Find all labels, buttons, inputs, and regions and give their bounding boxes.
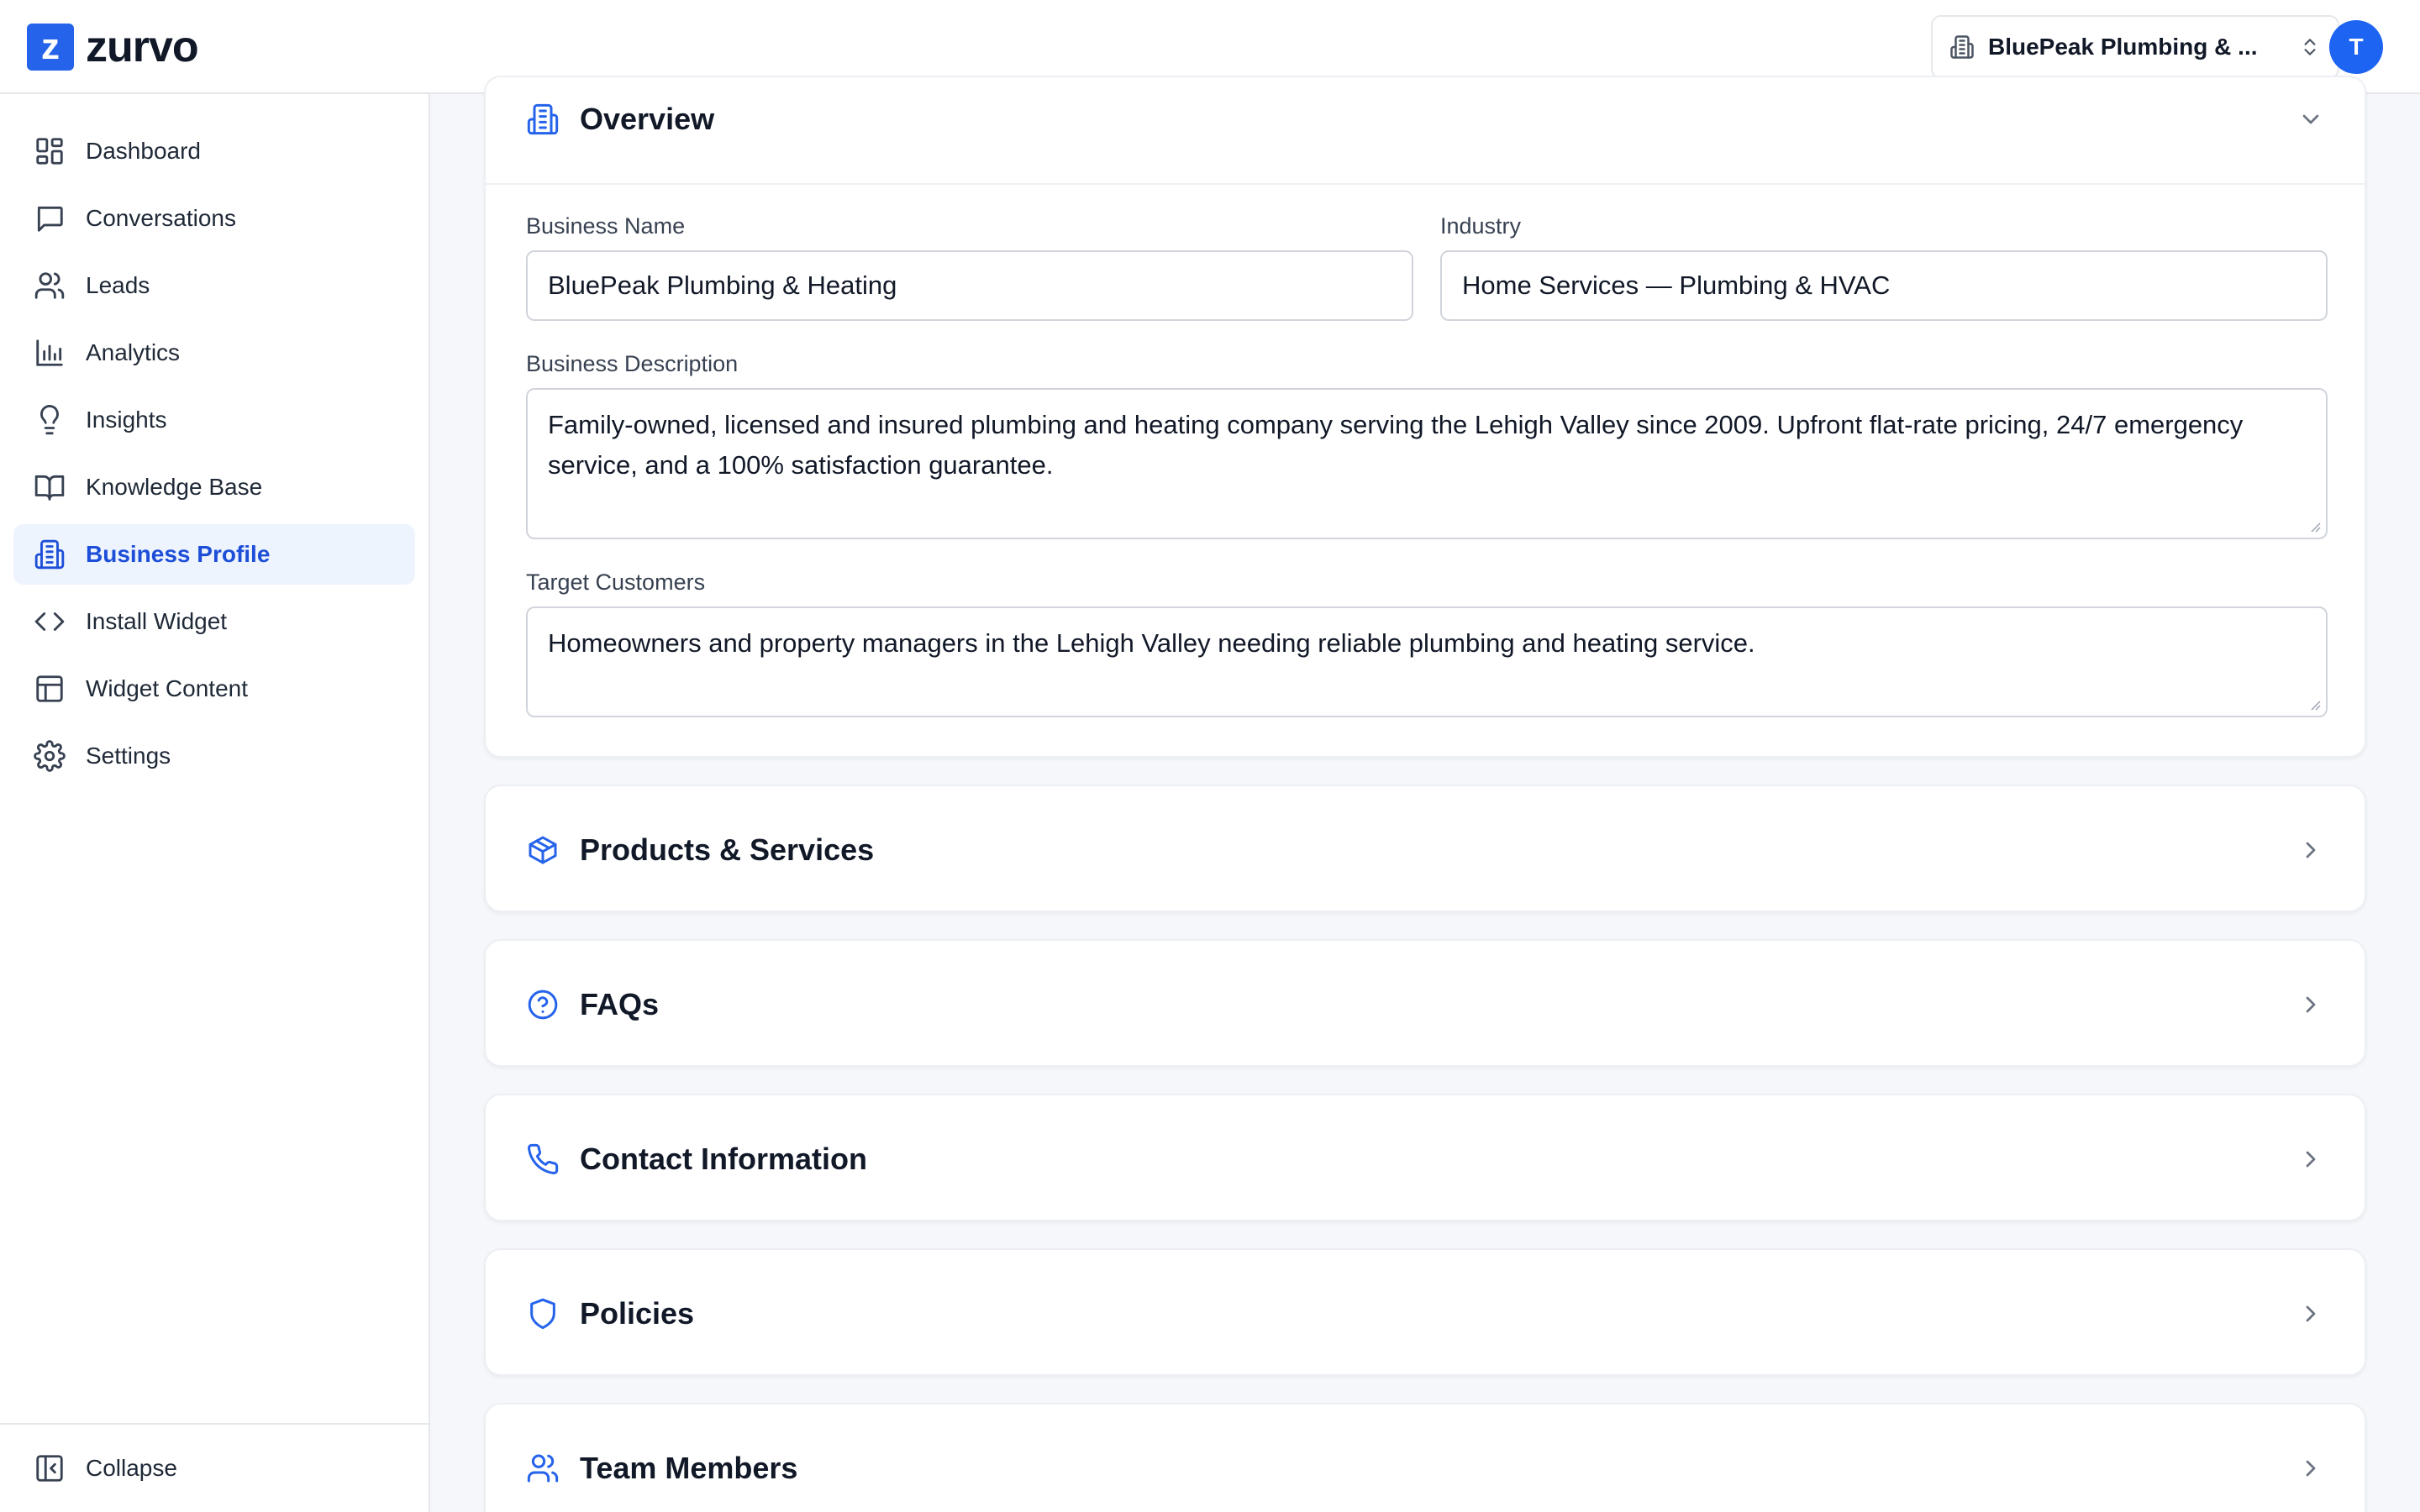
business-name-label: Business Name: [526, 213, 686, 239]
help-circle-icon: [528, 990, 558, 1020]
building-icon: [1950, 35, 1974, 59]
overview-header[interactable]: Overview: [486, 77, 2365, 185]
team-members-card[interactable]: Team Members: [484, 1403, 2366, 1512]
users-icon: [34, 272, 65, 299]
logo-wordmark: zurvo: [86, 23, 199, 71]
sidebar-item-label: Insights: [86, 407, 167, 433]
sidebar-item-conversations[interactable]: Conversations: [13, 188, 415, 249]
sidebar-item-label: Dashboard: [86, 138, 201, 164]
chevron-right-icon: [2306, 842, 2316, 858]
resize-grip-icon[interactable]: [2309, 699, 2321, 711]
sidebar-item-install-widget[interactable]: Install Widget: [13, 591, 415, 652]
chevron-right-icon: [2306, 1460, 2316, 1477]
business-description-text: Family-owned, licensed and insured plumb…: [548, 410, 2244, 480]
industry-label: Industry: [1440, 213, 1522, 239]
section-title: FAQs: [580, 987, 660, 1021]
sidebar-item-label: Leads: [86, 272, 150, 298]
sidebar-item-leads[interactable]: Leads: [13, 255, 415, 316]
overview-card: Overview Business Name BluePeak Plumbing…: [484, 76, 2366, 758]
sidebar-item-knowledge-base[interactable]: Knowledge Base: [13, 457, 415, 517]
package-icon: [529, 836, 557, 864]
layout-icon: [36, 675, 63, 702]
chevron-down-icon: [2302, 114, 2319, 124]
sidebar-item-label: Conversations: [86, 205, 236, 231]
chevrons-up-down-icon: [2304, 39, 2316, 55]
overview-title: Overview: [580, 102, 715, 136]
sidebar-item-label: Business Profile: [86, 541, 271, 567]
section-title: Products & Services: [580, 832, 875, 867]
sidebar: Dashboard Conversations Leads Analytics …: [0, 94, 430, 1512]
collapse-label: Collapse: [86, 1455, 177, 1481]
section-title: Policies: [580, 1296, 695, 1331]
building-icon: [527, 103, 559, 135]
contact-information-card[interactable]: Contact Information: [484, 1094, 2366, 1221]
sidebar-item-dashboard[interactable]: Dashboard: [13, 121, 415, 181]
sidebar-item-settings[interactable]: Settings: [13, 726, 415, 786]
panel-collapse-icon: [36, 1455, 63, 1482]
industry-input[interactable]: Home Services — Plumbing & HVAC: [1440, 250, 2328, 321]
resize-grip-icon[interactable]: [2309, 521, 2321, 533]
products-services-card[interactable]: Products & Services: [484, 785, 2366, 912]
code-icon: [34, 612, 65, 631]
section-title: Contact Information: [580, 1142, 867, 1176]
sidebar-item-analytics[interactable]: Analytics: [13, 323, 415, 383]
workspace-switcher[interactable]: BluePeak Plumbing & ...: [1931, 15, 2339, 79]
sidebar-item-label: Widget Content: [86, 675, 248, 701]
gear-icon: [34, 740, 66, 772]
bar-chart-icon: [36, 339, 63, 366]
users-icon: [527, 1454, 559, 1483]
target-customers-text: Homeowners and property managers in the …: [548, 628, 1755, 658]
sidebar-item-label: Knowledge Base: [86, 474, 263, 500]
policies-card[interactable]: Policies: [484, 1248, 2366, 1376]
target-customers-textarea[interactable]: Homeowners and property managers in the …: [526, 606, 2328, 717]
dashboard-icon: [36, 138, 63, 165]
sidebar-footer: Collapse: [0, 1423, 429, 1512]
business-name-input[interactable]: BluePeak Plumbing & Heating: [526, 250, 1413, 321]
section-title: Team Members: [580, 1451, 798, 1485]
building-icon: [34, 539, 65, 570]
sidebar-item-insights[interactable]: Insights: [13, 390, 415, 450]
faqs-card[interactable]: FAQs: [484, 939, 2366, 1067]
user-avatar[interactable]: T: [2329, 20, 2383, 74]
lightbulb-icon: [40, 405, 59, 435]
business-description-textarea[interactable]: Family-owned, licensed and insured plumb…: [526, 388, 2328, 539]
chevron-right-icon: [2306, 996, 2316, 1013]
sidebar-item-label: Install Widget: [86, 608, 228, 634]
sidebar-item-business-profile[interactable]: Business Profile: [13, 524, 415, 585]
logo-mark: z: [27, 24, 74, 71]
workspace-name: BluePeak Plumbing & ...: [1988, 34, 2258, 60]
sidebar-item-label: Analytics: [86, 339, 181, 365]
sidebar-item-label: Settings: [86, 743, 171, 769]
chevron-right-icon: [2306, 1305, 2316, 1322]
logo[interactable]: z zurvo: [27, 23, 199, 71]
collapse-sidebar-button[interactable]: Collapse: [13, 1438, 415, 1499]
sidebar-item-widget-content[interactable]: Widget Content: [13, 659, 415, 719]
business-description-label: Business Description: [526, 351, 739, 376]
chevron-right-icon: [2306, 1151, 2316, 1168]
phone-icon: [528, 1143, 559, 1174]
book-icon: [34, 475, 65, 501]
shield-icon: [530, 1298, 555, 1330]
chat-icon: [37, 206, 63, 232]
target-customers-label: Target Customers: [526, 570, 706, 595]
